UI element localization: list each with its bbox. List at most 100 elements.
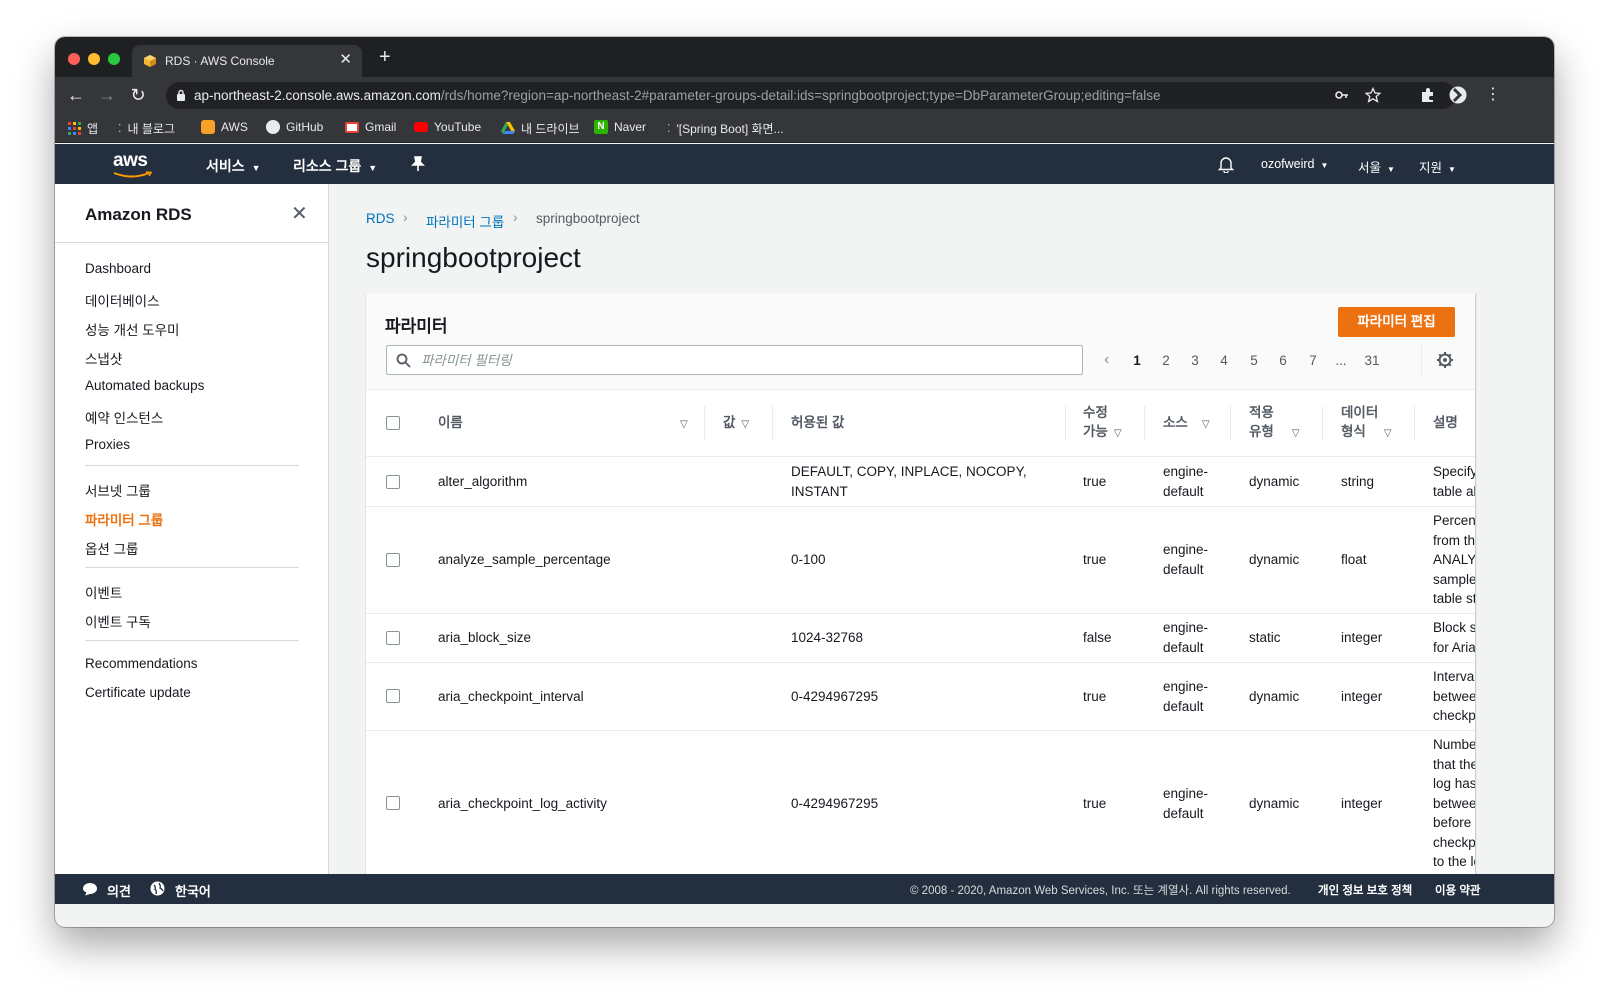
sort-icon[interactable]: ▽	[674, 413, 688, 434]
terms-link[interactable]: 이용 약관	[1435, 882, 1481, 898]
column-header-source[interactable]: 소스 ▽	[1163, 413, 1210, 434]
profile-avatar-icon[interactable]	[1449, 86, 1467, 104]
services-menu[interactable]: 서비스 ▼	[206, 156, 261, 176]
gear-icon[interactable]	[1436, 351, 1454, 369]
support-menu[interactable]: 지원 ▼	[1419, 157, 1456, 176]
edit-parameters-button[interactable]: 파라미터 편집	[1338, 307, 1455, 337]
minimize-window-button[interactable]	[88, 53, 100, 65]
sidebar-item-parameter-groups[interactable]: 파라미터 그룹	[85, 509, 163, 529]
sidebar-item-dashboard[interactable]: Dashboard	[85, 261, 151, 276]
chevron-left-icon[interactable]: ‹	[1104, 351, 1109, 369]
pin-icon[interactable]	[411, 156, 425, 172]
star-icon[interactable]	[1365, 87, 1381, 103]
language-selector[interactable]: 한국어	[175, 881, 211, 900]
bookmark-drive[interactable]: 내 드라이브	[501, 120, 580, 137]
region-menu[interactable]: 서울 ▼	[1358, 157, 1395, 176]
modifiable-value: false	[1083, 630, 1112, 645]
bookmark-github[interactable]: GitHub	[266, 120, 323, 134]
page-31[interactable]: 31	[1360, 353, 1384, 368]
sidebar-item-events[interactable]: 이벤트	[85, 582, 122, 602]
sidebar-item-databases[interactable]: 데이터베이스	[85, 290, 160, 310]
sidebar-item-snapshots[interactable]: 스냅샷	[85, 348, 122, 368]
select-all-checkbox[interactable]	[386, 416, 400, 430]
allowed-values: DEFAULT, COPY, INPLACE, NOCOPY, INSTANT	[791, 464, 1027, 499]
description: Specify the atable algorith	[1433, 464, 1475, 499]
page-4[interactable]: 4	[1214, 353, 1234, 368]
column-header-description[interactable]: 설명	[1433, 413, 1458, 432]
browser-tab-rds[interactable]: RDS · AWS Console ✕	[132, 45, 362, 77]
bookmark-youtube[interactable]: YouTube	[414, 120, 481, 134]
bookmark-label: YouTube	[434, 120, 482, 134]
description: Block size tofor Aria index	[1433, 620, 1475, 655]
sidebar-item-automated-backups[interactable]: Automated backups	[85, 378, 204, 393]
bookmark-gmail[interactable]: Gmail	[345, 120, 396, 134]
apply-type-value: dynamic	[1249, 689, 1300, 704]
parameter-filter-input[interactable]	[421, 346, 1071, 374]
page-7[interactable]: 7	[1303, 353, 1323, 368]
bookmark-aws[interactable]: AWS	[201, 120, 248, 134]
resource-groups-menu[interactable]: 리소스 그룹 ▼	[293, 156, 377, 176]
close-window-button[interactable]	[68, 53, 80, 65]
column-header-value[interactable]: 값 ▽	[723, 413, 749, 434]
bookmark-apps[interactable]: 앱	[68, 120, 98, 137]
column-header-data-type[interactable]: 데이터 형식 ▽	[1341, 403, 1392, 443]
sidebar-item-event-subscriptions[interactable]: 이벤트 구독	[85, 611, 151, 631]
close-icon[interactable]: ✕	[291, 204, 308, 224]
sidebar-item-reserved-instances[interactable]: 예약 인스턴스	[85, 407, 163, 427]
bookmark-naver[interactable]: N Naver	[594, 120, 646, 134]
sidebar-item-recommendations[interactable]: Recommendations	[85, 656, 198, 671]
sidebar-item-performance-insights[interactable]: 성능 개선 도우미	[85, 319, 179, 339]
sort-icon: ▽	[1201, 419, 1210, 430]
row-checkbox[interactable]	[386, 689, 400, 703]
column-header-modifiable[interactable]: 수정 가능 ▽	[1083, 403, 1122, 443]
table-row[interactable]: aria_block_size 1024-32768 false engine-…	[366, 613, 1475, 662]
breadcrumb-parameter-groups[interactable]: 파라미터 그룹	[426, 211, 504, 231]
row-checkbox[interactable]	[386, 553, 400, 567]
notifications-bell-icon[interactable]	[1218, 155, 1234, 173]
sidebar-item-certificate-update[interactable]: Certificate update	[85, 685, 191, 700]
tab-title: RDS · AWS Console	[165, 54, 275, 68]
row-checkbox[interactable]	[386, 796, 400, 810]
page-5[interactable]: 5	[1244, 353, 1264, 368]
new-tab-button[interactable]: +	[379, 47, 391, 67]
apply-type-value: dynamic	[1249, 474, 1300, 489]
divider	[1065, 406, 1066, 440]
sidebar-item-subnet-groups[interactable]: 서브넷 그룹	[85, 480, 151, 500]
privacy-policy-link[interactable]: 개인 정보 보호 정책	[1318, 882, 1412, 898]
parameter-name: aria_block_size	[438, 630, 532, 645]
table-row[interactable]: alter_algorithm DEFAULT, COPY, INPLACE, …	[366, 456, 1475, 506]
address-bar[interactable]: ap-northeast-2.console.aws.amazon.com/rd…	[166, 82, 1456, 109]
sidebar-item-option-groups[interactable]: 옵션 그룹	[85, 538, 138, 558]
forward-icon[interactable]: →	[97, 85, 117, 105]
feedback-bubble-icon	[83, 883, 97, 896]
column-header-apply-type[interactable]: 적용 유형 ▽	[1249, 403, 1300, 443]
account-menu[interactable]: ozofweird ▼	[1261, 157, 1328, 171]
table-row[interactable]: analyze_sample_percentage 0-100 true eng…	[366, 506, 1475, 613]
modifiable-value: true	[1083, 796, 1107, 811]
aws-logo[interactable]: aws	[113, 150, 148, 172]
maximize-window-button[interactable]	[108, 53, 120, 65]
tab-close-icon[interactable]: ✕	[339, 52, 352, 68]
extensions-icon[interactable]	[1419, 86, 1437, 104]
table-row[interactable]: aria_checkpoint_log_activity 0-429496729…	[366, 730, 1475, 877]
breadcrumb-rds[interactable]: RDS	[366, 211, 395, 226]
row-checkbox[interactable]	[386, 631, 400, 645]
sidebar-item-proxies[interactable]: Proxies	[85, 437, 130, 452]
breadcrumb-current: springbootproject	[536, 211, 640, 226]
table-row[interactable]: aria_checkpoint_interval 0-4294967295 tr…	[366, 662, 1475, 730]
column-header-allowed-values[interactable]: 허용된 값	[791, 413, 844, 432]
row-checkbox[interactable]	[386, 475, 400, 489]
key-icon[interactable]	[1334, 87, 1350, 103]
bookmark-blog[interactable]: ⁚ 내 블로그	[118, 120, 175, 137]
column-header-name[interactable]: 이름	[438, 413, 463, 432]
page-6[interactable]: 6	[1273, 353, 1293, 368]
page-2[interactable]: 2	[1156, 353, 1176, 368]
divider	[55, 242, 328, 243]
page-1[interactable]: 1	[1127, 353, 1147, 368]
reload-icon[interactable]: ↻	[128, 85, 148, 105]
page-3[interactable]: 3	[1185, 353, 1205, 368]
menu-kebab-icon[interactable]: ⋮	[1483, 85, 1503, 105]
back-icon[interactable]: ←	[66, 85, 86, 105]
feedback-link[interactable]: 의견	[107, 881, 131, 900]
bookmark-spring-boot[interactable]: ⁚ '[Spring Boot] 화면...	[667, 120, 784, 137]
